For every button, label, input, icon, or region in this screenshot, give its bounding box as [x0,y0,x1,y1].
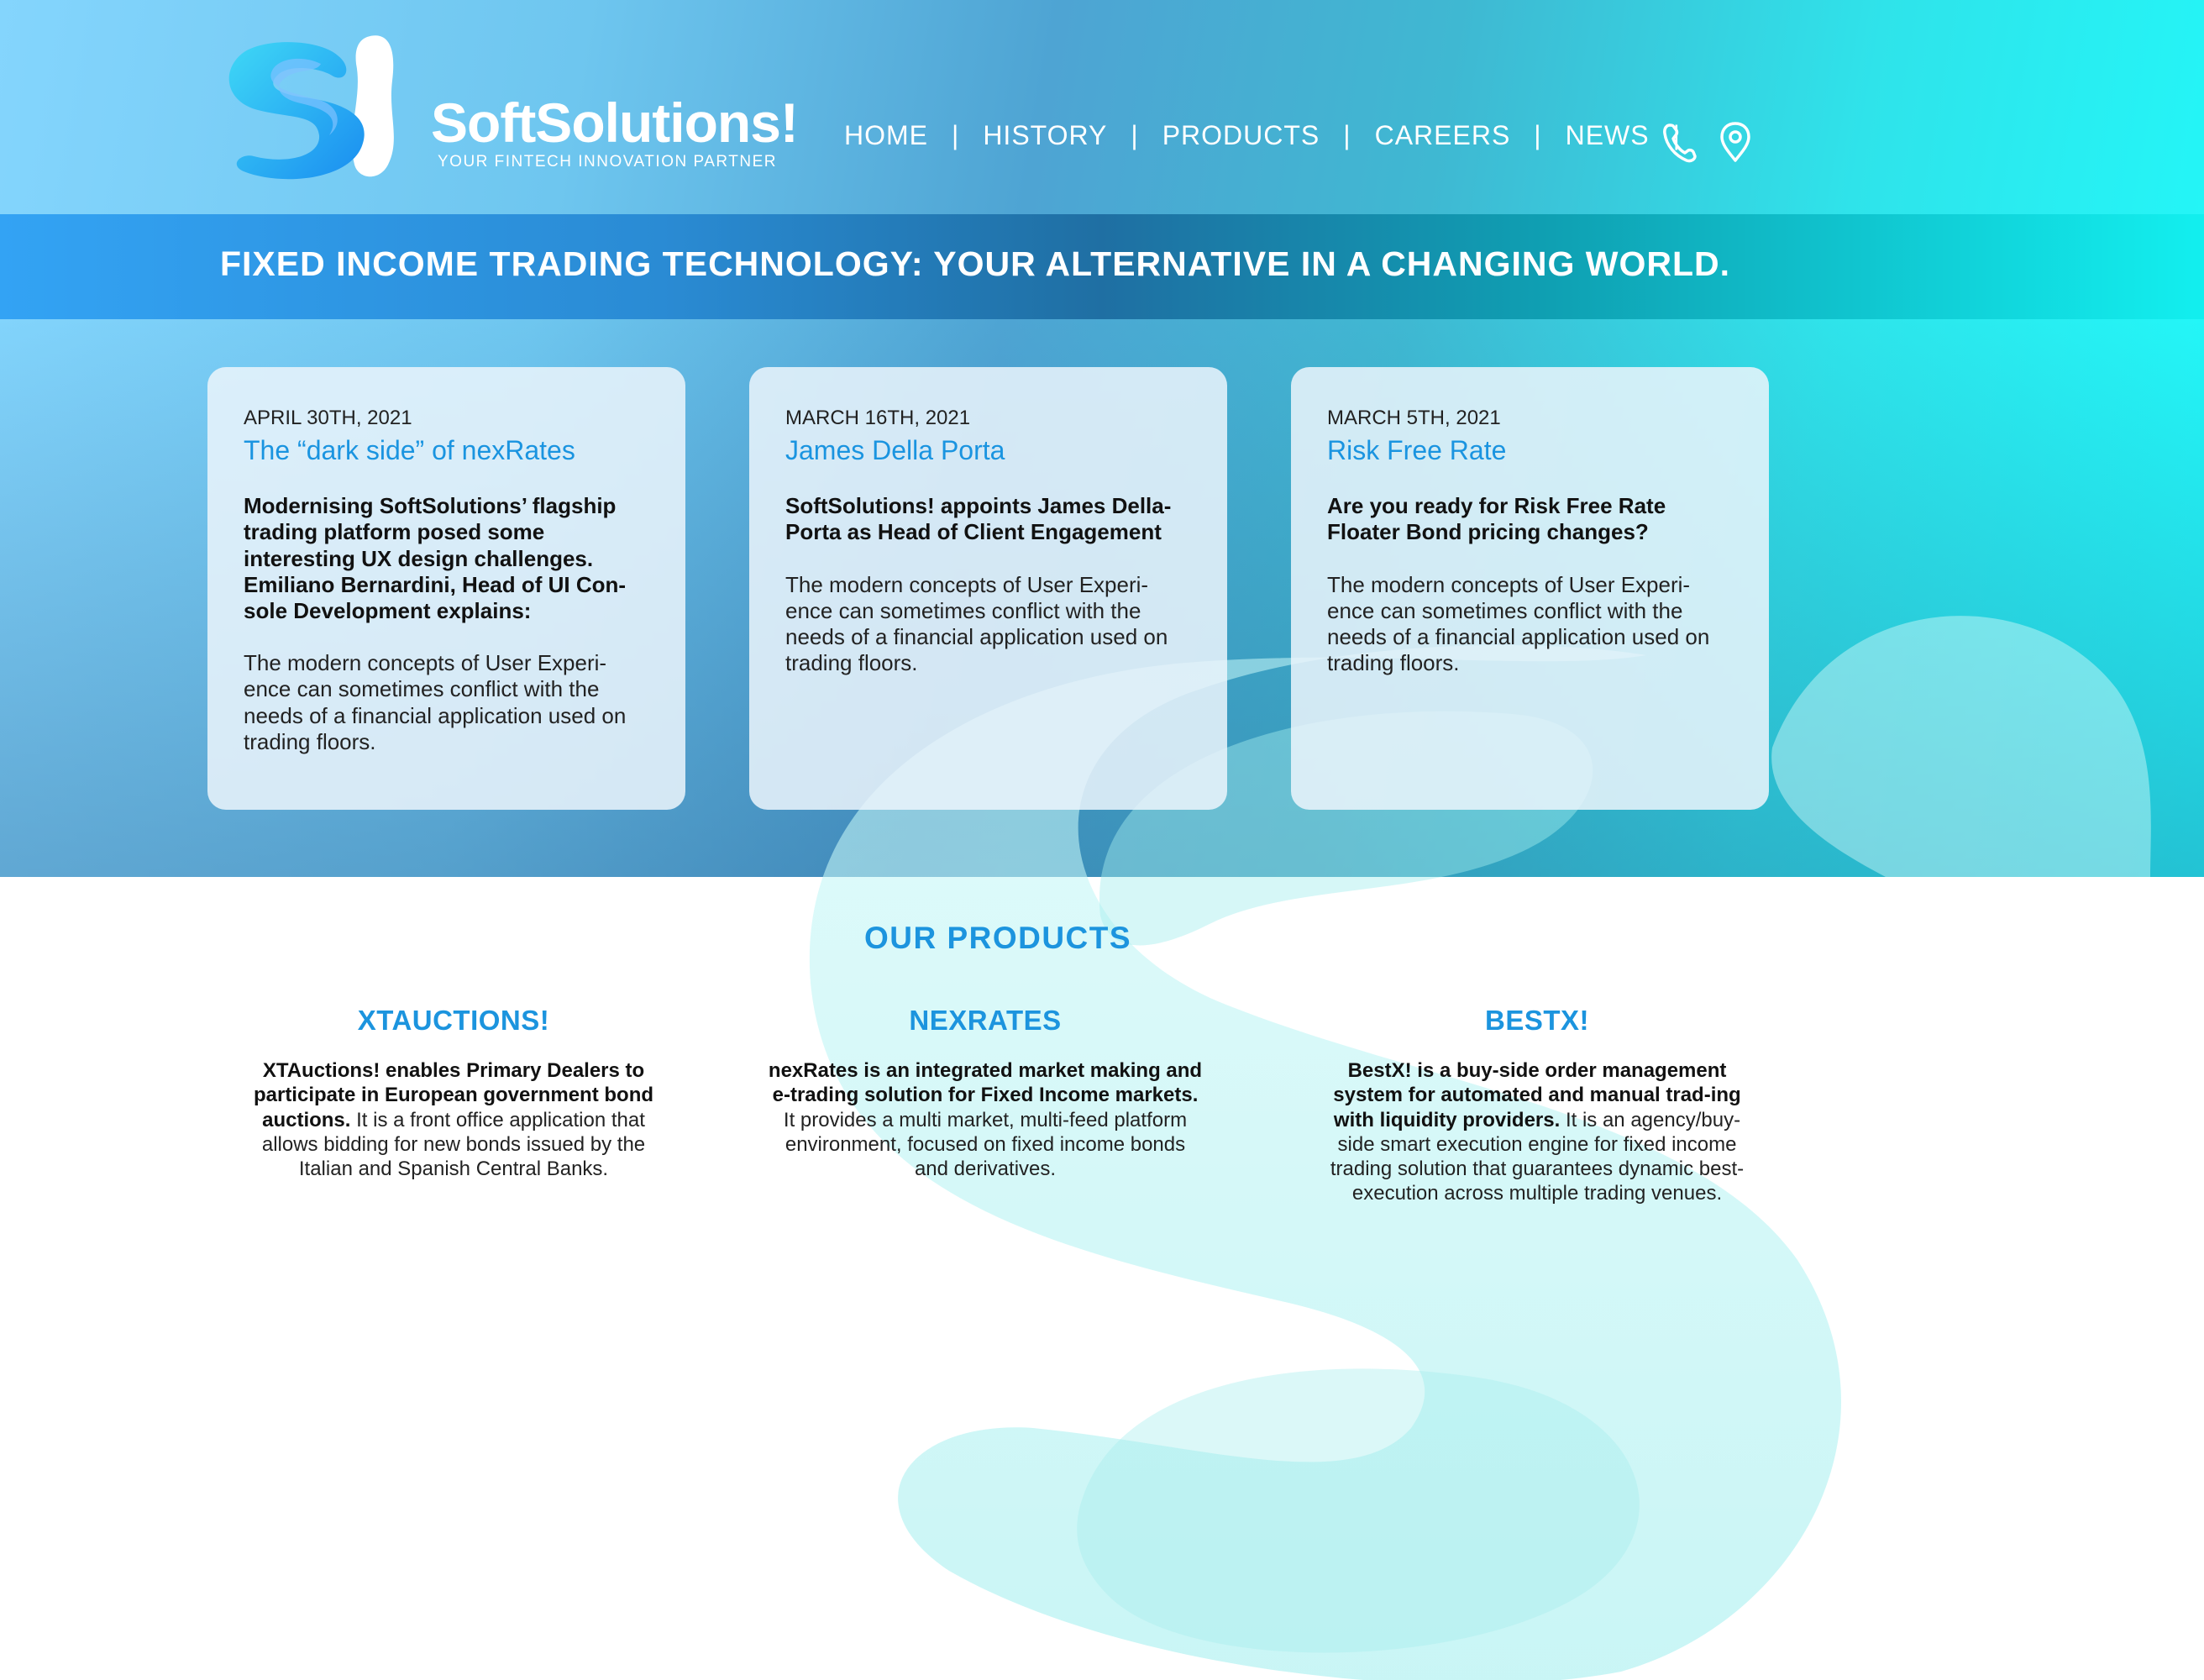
news-title-link[interactable]: Risk Free Rate [1327,434,1735,466]
news-title-link[interactable]: James Della Porta [785,434,1194,466]
brand-name[interactable]: SoftSolutions! [431,91,799,155]
site-header: SoftSolutions! YOUR FINTECH INNOVATION P… [0,0,2204,214]
nav-item-home[interactable]: HOME [844,120,928,151]
news-title-link[interactable]: The “dark side” of nexRates [244,434,652,466]
nav-separator: | [1131,120,1139,150]
news-lead: SoftSolutions! appoints James Della-Port… [785,493,1172,545]
news-lead: Modernising SoftSolutions’ flagship trad… [244,493,627,623]
banner-title: FIXED INCOME TRADING TECHNOLOGY: YOUR AL… [220,244,1731,283]
news-card[interactable]: MARCH 5TH, 2021 Risk Free Rate Are you r… [1291,367,1769,810]
phone-icon[interactable] [1660,120,1700,164]
news-date: MARCH 5TH, 2021 [1327,407,1501,429]
news-body: The modern concepts of User Experi-ence … [244,650,627,754]
location-pin-icon[interactable] [1715,120,1755,164]
news-date: MARCH 16TH, 2021 [785,407,971,429]
news-date: APRIL 30TH, 2021 [244,407,412,429]
blob-inner-bottom [1077,1368,1640,1653]
nav-item-products[interactable]: PRODUCTS [1162,120,1320,151]
news-card[interactable]: MARCH 16TH, 2021 James Della Porta SoftS… [749,367,1227,810]
product-name[interactable]: XTAUCTIONS! [235,1005,672,1037]
product-xtauctions: XTAUCTIONS! XTAuctions! enables Primary … [235,1005,672,1181]
product-description-text: It provides a multi market, multi-feed p… [783,1108,1188,1181]
product-name[interactable]: BESTX! [1319,1005,1755,1037]
news-body: The modern concepts of User Experi-ence … [1327,571,1710,676]
nav-item-news[interactable]: NEWS [1566,120,1650,151]
product-nexrates: NEXRATES nexRates is an integrated marke… [767,1005,1204,1181]
product-description-bold: nexRates is an integrated market making … [768,1059,1203,1107]
news-body: The modern concepts of User Experi-ence … [785,571,1168,676]
main-nav: HOME | HISTORY | PRODUCTS | CAREERS | NE… [844,120,1704,151]
nav-separator: | [1343,120,1351,150]
nav-separator: | [1534,120,1542,150]
news-card[interactable]: APRIL 30TH, 2021 The “dark side” of nexR… [207,367,685,810]
products-section-title: OUR PRODUCTS [863,921,1132,955]
softsolutions-logo-icon[interactable] [220,30,405,181]
nav-item-careers[interactable]: CAREERS [1375,120,1511,151]
nav-separator: | [952,120,960,150]
headline-banner: FIXED INCOME TRADING TECHNOLOGY: YOUR AL… [0,214,2204,319]
product-description: XTAuctions! enables Primary Dealers to p… [235,1058,672,1181]
product-description: nexRates is an integrated market making … [767,1058,1204,1181]
news-lead: Are you ready for Risk Free Rate Floater… [1327,493,1666,545]
nav-item-history[interactable]: HISTORY [983,120,1107,151]
product-bestx: BESTX! BestX! is a buy-side order manage… [1319,1005,1755,1206]
logo-bar [352,35,394,177]
product-name[interactable]: NEXRATES [767,1005,1204,1037]
product-description: BestX! is a buy-side order management sy… [1319,1058,1755,1206]
brand-tagline: YOUR FINTECH INNOVATION PARTNER [438,153,778,171]
